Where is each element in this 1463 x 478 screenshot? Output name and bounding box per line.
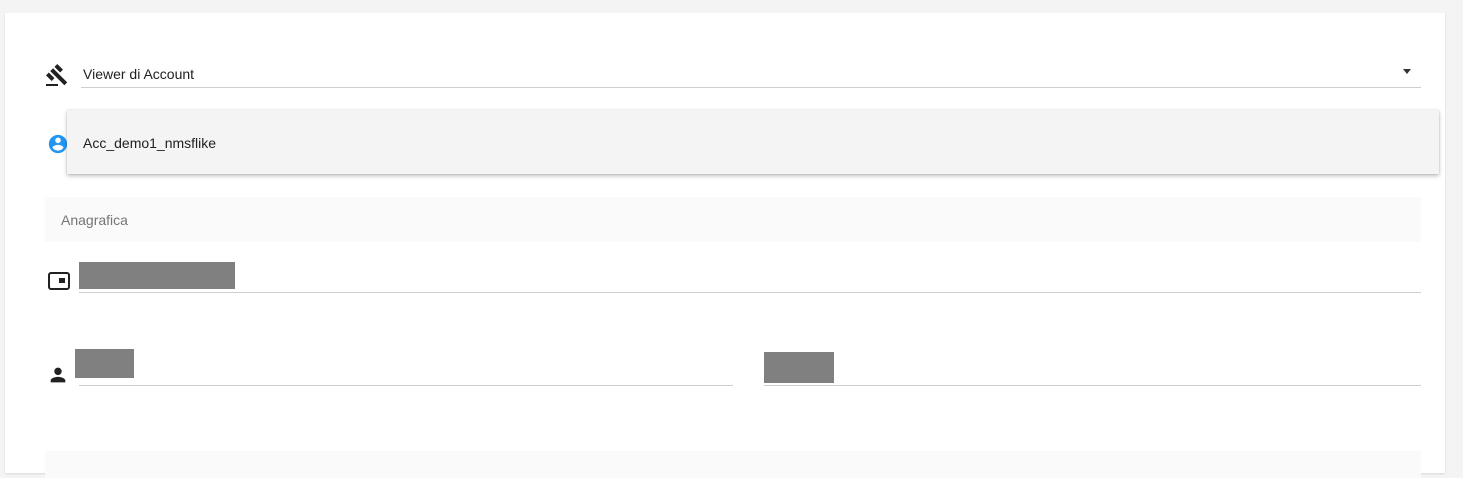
name-field[interactable]: [79, 262, 1421, 293]
account-circle-icon: [47, 133, 69, 155]
section-title: Anagrafica: [61, 212, 128, 228]
section-header: Anagrafica: [45, 197, 1421, 242]
account-dropdown-menu: Acc_demo1_nmsflike: [67, 110, 1439, 174]
form-card: Viewer di Account Acc_demo1_nmsflike Ana…: [5, 13, 1445, 478]
redacted-value: [79, 262, 235, 289]
menu-item-label: Acc_demo1_nmsflike: [83, 135, 217, 151]
role-select-value: Viewer di Account: [83, 66, 195, 82]
first-name-field[interactable]: [75, 349, 733, 386]
menu-item-account[interactable]: Acc_demo1_nmsflike: [67, 110, 1439, 174]
redacted-value: [75, 349, 134, 378]
dropdown-arrow-icon[interactable]: [1403, 69, 1411, 74]
last-name-field[interactable]: [764, 352, 1421, 386]
redacted-value: [764, 352, 834, 383]
gavel-icon: [45, 63, 69, 87]
id-card-icon: [47, 269, 71, 293]
role-select[interactable]: Viewer di Account: [81, 59, 1421, 88]
person-icon: [47, 364, 69, 386]
